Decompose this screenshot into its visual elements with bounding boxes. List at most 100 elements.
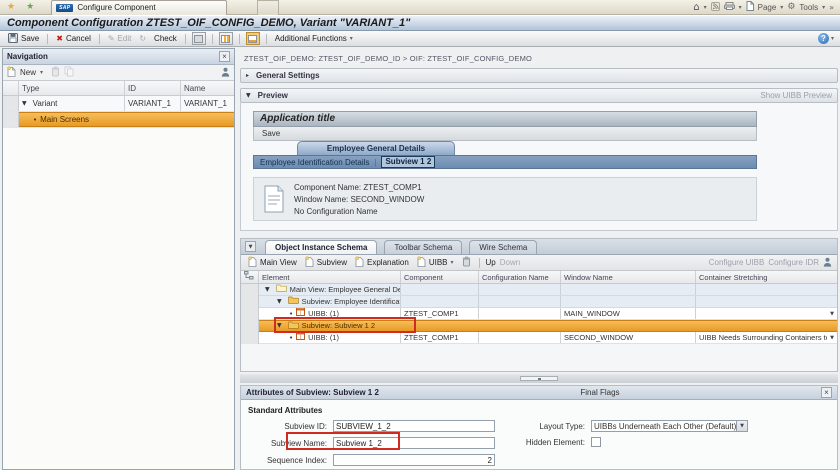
page-menu[interactable]: Page xyxy=(758,3,777,12)
nav-row-main-screens[interactable]: • Main Screens xyxy=(3,112,234,128)
navigation-close-button[interactable]: × xyxy=(219,51,230,62)
print-menu-arrow-icon[interactable]: ▾ xyxy=(739,4,742,11)
home-icon[interactable]: ⌂ xyxy=(693,2,699,13)
subview-link-employee-identification[interactable]: Employee Identification Details xyxy=(260,158,369,167)
row-selector[interactable] xyxy=(3,96,19,111)
overflow-chevron-icon[interactable]: » xyxy=(829,3,834,12)
edit-button[interactable]: ✎ Edit xyxy=(106,34,134,43)
trash-icon xyxy=(462,256,471,269)
rss-feed-icon[interactable] xyxy=(711,2,720,13)
new-button[interactable]: New xyxy=(20,68,36,77)
nav-row-id: VARIANT_1 xyxy=(125,96,181,111)
save-button[interactable]: Save xyxy=(6,33,41,45)
tab-toolbar-schema[interactable]: Toolbar Schema xyxy=(384,240,462,254)
expand-arrow-icon[interactable]: ▼ xyxy=(265,284,270,295)
print-icon[interactable] xyxy=(724,2,735,12)
expand-arrow-icon[interactable]: ▼ xyxy=(277,296,282,307)
preview-body: Application title Save Employee General … xyxy=(240,103,838,231)
element-column-header[interactable]: Element xyxy=(259,271,401,283)
name-column-header[interactable]: Name xyxy=(181,81,234,95)
bottom-panel-layout-icon xyxy=(248,35,257,43)
no-configuration-line: No Configuration Name xyxy=(294,206,424,218)
tab-object-instance-schema[interactable]: Object Instance Schema xyxy=(265,240,377,254)
home-menu-arrow-icon[interactable]: ▾ xyxy=(704,4,707,11)
show-uibb-preview-link[interactable]: Show UIBB Preview xyxy=(760,91,832,100)
row-selector[interactable] xyxy=(241,296,259,308)
toolbar-separator xyxy=(212,34,213,44)
container-stretching-column-header[interactable]: Container Stretching xyxy=(696,271,837,283)
subview-selected-chip[interactable]: Subview 1 2 xyxy=(381,156,435,168)
toggle-navigation-panel-button[interactable] xyxy=(219,32,233,45)
add-uibb-button[interactable]: UIBB ▾ xyxy=(415,256,456,269)
collapsed-arrow-icon[interactable]: ▸ xyxy=(246,72,249,79)
expand-arrow-icon[interactable]: ▼ xyxy=(277,321,282,331)
schema-row-subview-1[interactable]: ▼ Subview: Employee Identificati... xyxy=(241,296,837,308)
subview-id-field[interactable] xyxy=(333,420,495,432)
refresh-button[interactable]: ↻ xyxy=(137,34,148,43)
hidden-element-checkbox[interactable] xyxy=(591,437,601,447)
attributes-close-button[interactable]: × xyxy=(821,387,832,398)
subview-name-label: Subview Name: xyxy=(241,439,333,448)
configure-uibb-link[interactable]: Configure UIBB xyxy=(709,258,765,267)
cancel-button[interactable]: ✖ Cancel xyxy=(54,34,93,43)
tab-wire-schema[interactable]: Wire Schema xyxy=(469,240,537,254)
preview-tab-employee-general-details[interactable]: Employee General Details xyxy=(297,141,455,155)
layout-type-dropdown[interactable]: UIBBs Underneath Each Other (Default) ▼ xyxy=(591,420,748,432)
splitter-handle[interactable] xyxy=(520,376,558,381)
up-button[interactable]: Up xyxy=(486,258,496,267)
row-selector[interactable] xyxy=(3,112,19,127)
configure-idr-link[interactable]: Configure IDR xyxy=(768,258,819,267)
final-flags-link[interactable]: Final Flags xyxy=(580,388,619,397)
toggle-attributes-panel-button[interactable] xyxy=(246,32,260,45)
browser-tab[interactable]: SAP Configure Component xyxy=(51,0,227,15)
window-name-column-header[interactable]: Window Name xyxy=(561,271,696,283)
breadcrumb[interactable]: ZTEST_OIF_DEMO: ZTEST_OIF_DEMO_ID > OIF:… xyxy=(244,54,532,63)
additional-functions-button[interactable]: Additional Functions ▾ xyxy=(273,34,355,43)
sequence-index-field[interactable] xyxy=(333,454,495,466)
subview-name-field[interactable] xyxy=(333,437,495,449)
general-settings-section-header[interactable]: ▸ General Settings xyxy=(240,68,838,83)
delete-element-button[interactable] xyxy=(460,256,473,269)
add-favorite-icon[interactable]: ★ xyxy=(26,0,34,14)
add-subview-button[interactable]: Subview xyxy=(303,256,349,269)
id-column-header[interactable]: ID xyxy=(125,81,181,95)
row-selector[interactable] xyxy=(241,284,259,296)
page-title: Component Configuration ZTEST_OIF_CONFIG… xyxy=(0,15,840,31)
nav-row-variant[interactable]: ▼ Variant VARIANT_1 VARIANT_1 xyxy=(3,96,234,112)
uibb-info-text: Component Name: ZTEST_COMP1 Window Name:… xyxy=(294,178,424,220)
component-column-header[interactable]: Component xyxy=(401,271,479,283)
row-selector[interactable] xyxy=(241,332,259,344)
personalize-icon[interactable] xyxy=(221,67,230,79)
add-explanation-button[interactable]: Explanation xyxy=(353,256,411,269)
dropdown-arrow-icon[interactable]: ▼ xyxy=(830,332,834,343)
row-selector[interactable] xyxy=(241,320,259,332)
schema-row-subview-1-2-selected[interactable]: ▼ Subview: Subview 1 2 xyxy=(241,320,837,332)
expanded-arrow-icon[interactable]: ▼ xyxy=(246,92,251,99)
collapse-panel-button[interactable]: ▼ xyxy=(245,241,256,252)
preview-save-button[interactable]: Save xyxy=(253,127,757,141)
tools-menu[interactable]: Tools xyxy=(799,3,818,12)
help-button[interactable]: ? ▾ xyxy=(818,33,834,44)
schema-row-uibb-second-window[interactable]: • UIBB: (1) ZTEST_COMP1 SECOND_WINDOW UI… xyxy=(241,332,837,344)
panel-splitter[interactable] xyxy=(240,374,838,383)
toggle-preview-panel-button[interactable] xyxy=(192,32,206,45)
personalize-icon[interactable] xyxy=(823,257,832,269)
tools-menu-arrow-icon: ▾ xyxy=(822,4,825,11)
preview-section-header[interactable]: ▼ Preview Show UIBB Preview xyxy=(240,88,838,103)
add-main-view-button[interactable]: Main View xyxy=(246,256,299,269)
type-column-header[interactable]: Type xyxy=(19,81,125,95)
down-button[interactable]: Down xyxy=(500,258,520,267)
check-button[interactable]: Check xyxy=(152,34,179,43)
expand-arrow-icon[interactable]: ▼ xyxy=(22,96,27,111)
new-tab-stub[interactable] xyxy=(257,0,279,15)
schema-row-main-view[interactable]: ▼ Main View: Employee General Det... xyxy=(241,284,837,296)
dropdown-arrow-icon[interactable]: ▼ xyxy=(736,421,747,431)
dropdown-arrow-icon[interactable]: ▼ xyxy=(830,308,834,319)
favorites-star-icon[interactable]: ★ xyxy=(7,0,15,14)
schema-row-uibb-main-window[interactable]: • UIBB: (1) ZTEST_COMP1 MAIN_WINDOW ▼ xyxy=(241,308,837,320)
delete-trash-icon[interactable] xyxy=(51,66,60,79)
row-selector[interactable] xyxy=(241,308,259,320)
copy-icon[interactable] xyxy=(64,66,74,79)
general-settings-title: General Settings xyxy=(256,71,320,80)
configuration-name-column-header[interactable]: Configuration Name xyxy=(479,271,561,283)
